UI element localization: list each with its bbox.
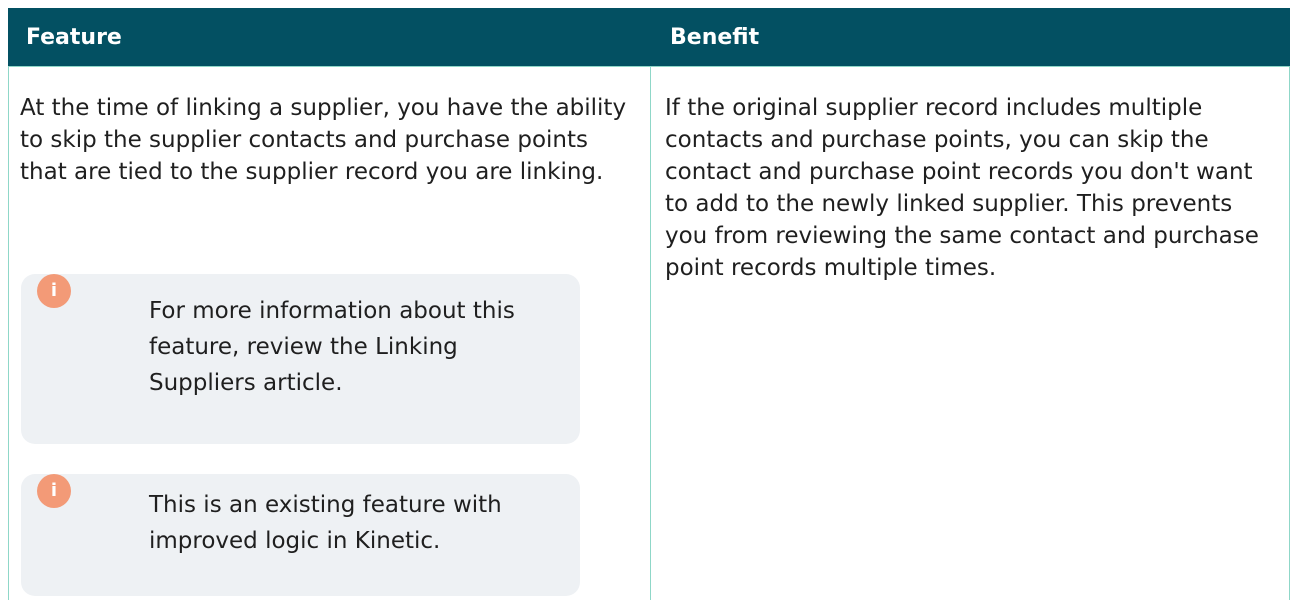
feature-benefit-table: Feature Benefit At the time of linking a… <box>8 8 1290 600</box>
benefit-cell: If the original supplier record includes… <box>651 66 1290 600</box>
feature-cell: At the time of linking a supplier, you h… <box>8 66 651 600</box>
info-note: i For more information about this featur… <box>21 274 580 444</box>
header-feature: Feature <box>26 25 122 50</box>
info-note-text: For more information about this feature,… <box>149 298 515 396</box>
table-header: Feature Benefit <box>8 8 1290 66</box>
info-icon: i <box>37 474 71 508</box>
benefit-description: If the original supplier record includes… <box>665 95 1259 281</box>
info-note-text: This is an existing feature with improve… <box>149 492 502 554</box>
feature-description: At the time of linking a supplier, you h… <box>20 95 627 185</box>
header-benefit: Benefit <box>670 25 760 50</box>
info-note: i This is an existing feature with impro… <box>21 474 580 596</box>
info-icon: i <box>37 274 71 308</box>
